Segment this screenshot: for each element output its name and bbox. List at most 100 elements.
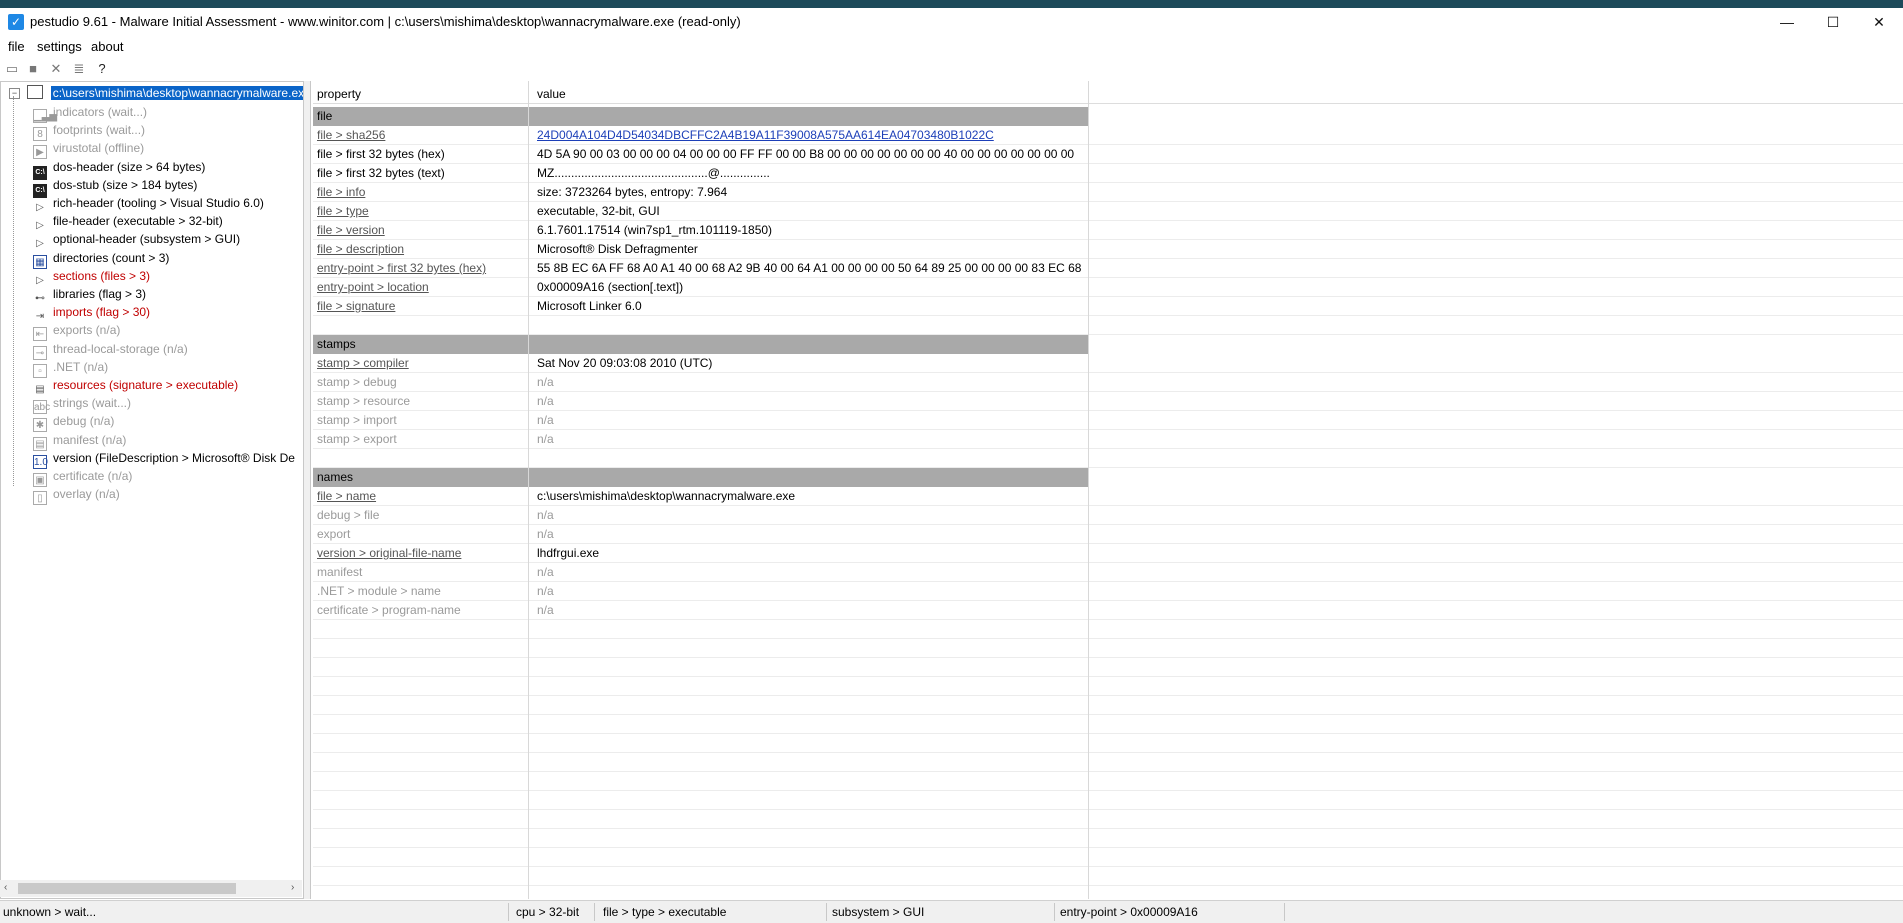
- table-row[interactable]: certificate > program-name n/a: [313, 601, 1903, 620]
- tree-item-label: virustotal (offline): [53, 141, 145, 156]
- scrollbar-thumb[interactable]: [18, 883, 236, 894]
- tree-item-label: dos-stub (size > 184 bytes): [53, 177, 198, 192]
- tree-item[interactable]: ⇤ exports (n/a): [33, 321, 121, 342]
- empty-row: [313, 620, 1903, 639]
- tree-item[interactable]: abc strings (wait...): [33, 394, 131, 415]
- tree-item[interactable]: ✱ debug (n/a): [33, 412, 114, 433]
- table-row[interactable]: stamp > compiler Sat Nov 20 09:03:08 2010…: [313, 354, 1903, 373]
- table-row[interactable]: debug > file n/a: [313, 506, 1903, 525]
- table-row[interactable]: file > signature Microsoft Linker 6.0: [313, 297, 1903, 316]
- scroll-left-icon[interactable]: ‹: [4, 882, 7, 893]
- tree-root[interactable]: − c:\users\mishima\desktop\wannacrymalwa…: [9, 85, 303, 101]
- empty-row: [313, 715, 1903, 734]
- table-row[interactable]: file > version 6.1.7601.17514 (win7sp1_rt…: [313, 221, 1903, 240]
- value-cell: 55 8B EC 6A FF 68 A0 A1 40 00 68 A2 9B 4…: [537, 261, 1082, 275]
- tree-item[interactable]: ▷ optional-header (subsystem > GUI): [33, 230, 240, 249]
- minimize-button[interactable]: —: [1764, 8, 1810, 38]
- tree-item[interactable]: ⇥ imports (flag > 30): [33, 303, 150, 322]
- help-icon[interactable]: ?: [94, 61, 110, 77]
- table-row[interactable]: file > first 32 bytes (text) MZ..........…: [313, 164, 1903, 183]
- tree-item-label: sections (files > 3): [53, 268, 151, 283]
- open-folder-icon[interactable]: ▭: [4, 61, 20, 77]
- table-row[interactable]: file > info size: 3723264 bytes, entropy:…: [313, 183, 1903, 202]
- menu-bar: file settings about: [0, 36, 1903, 58]
- table-row[interactable]: stamp > import n/a: [313, 411, 1903, 430]
- tree-item[interactable]: C:\ dos-header (size > 64 bytes): [33, 158, 205, 180]
- tree-item[interactable]: ⊷ libraries (flag > 3): [33, 285, 146, 304]
- tree-item[interactable]: 1.0 version (FileDescription > Microsoft®…: [33, 449, 295, 469]
- empty-row: [313, 696, 1903, 715]
- empty-row: [313, 810, 1903, 829]
- value-cell: n/a: [537, 375, 554, 389]
- property-cell: manifest: [317, 565, 363, 579]
- table-row[interactable]: file > description Microsoft® Disk Defrag…: [313, 240, 1903, 259]
- section-header-row[interactable]: file: [313, 107, 1089, 126]
- scroll-right-icon[interactable]: ›: [291, 882, 294, 893]
- table-row[interactable]: entry-point > location 0x00009A16 (sectio…: [313, 278, 1903, 297]
- value-cell: n/a: [537, 584, 554, 598]
- table-row[interactable]: .NET > module > name n/a: [313, 582, 1903, 601]
- tree-item[interactable]: 8 footprints (wait...): [33, 121, 145, 142]
- section-header-row[interactable]: stamps: [313, 335, 1089, 354]
- property-cell: file > name: [317, 489, 377, 503]
- value-cell: n/a: [537, 413, 554, 427]
- table-row: [313, 449, 1903, 468]
- collapse-icon[interactable]: −: [9, 88, 20, 99]
- close-button[interactable]: ✕: [1856, 8, 1902, 38]
- tree-item-label: file-header (executable > 32-bit): [53, 214, 223, 229]
- table-row[interactable]: file > first 32 bytes (hex) 4D 5A 90 00 0…: [313, 145, 1903, 164]
- exe-icon: [27, 85, 44, 99]
- empty-row: [313, 677, 1903, 696]
- tree-item[interactable]: ⊸ thread-local-storage (n/a): [33, 340, 188, 360]
- table-row[interactable]: stamp > debug n/a: [313, 373, 1903, 392]
- tree-item[interactable]: ▣ certificate (n/a): [33, 467, 132, 487]
- tree-item-label: exports (n/a): [53, 323, 121, 338]
- column-header-property[interactable]: property: [317, 87, 532, 101]
- tree-item[interactable]: ▷ rich-header (tooling > Visual Studio 6.…: [33, 194, 264, 213]
- value-cell: size: 3723264 bytes, entropy: 7.964: [537, 185, 728, 199]
- tree-item[interactable]: ▤ resources (signature > executable): [33, 376, 238, 395]
- status-bar: unknown > wait... cpu > 32-bit file > ty…: [0, 900, 1903, 923]
- table-row[interactable]: version > original-file-name lhdfrgui.exe: [313, 544, 1903, 563]
- app-checkmark-icon: ✓: [8, 14, 24, 30]
- tree-item[interactable]: ▦ directories (count > 3): [33, 249, 169, 269]
- maximize-button[interactable]: ☐: [1810, 8, 1856, 38]
- menu-settings[interactable]: settings: [37, 39, 82, 54]
- column-divider: [1088, 81, 1089, 899]
- property-cell: file > description: [317, 242, 405, 256]
- sha256-link[interactable]: 24D004A104D4D54034DBCFFC2A4B19A11F39008A…: [537, 128, 994, 142]
- table-row[interactable]: export n/a: [313, 525, 1903, 544]
- tree-item[interactable]: ▫ .NET (n/a): [33, 358, 108, 378]
- table-row[interactable]: file > type executable, 32-bit, GUI: [313, 202, 1903, 221]
- table-row[interactable]: stamp > resource n/a: [313, 392, 1903, 411]
- tree-item[interactable]: ▤ manifest (n/a): [33, 431, 126, 451]
- tree-item[interactable]: ▶ virustotal (offline): [33, 139, 145, 160]
- table-row[interactable]: manifest n/a: [313, 563, 1903, 582]
- property-cell: stamp > resource: [317, 394, 411, 408]
- tree-item-label: indicators (wait...): [53, 105, 148, 119]
- property-cell: names: [317, 470, 354, 484]
- property-cell: file > first 32 bytes (text): [317, 166, 445, 180]
- table-row[interactable]: file > name c:\users\mishima\desktop\wann…: [313, 487, 1903, 506]
- section-header-row[interactable]: names: [313, 468, 1089, 487]
- column-header-value[interactable]: value: [537, 87, 566, 101]
- menu-file[interactable]: file: [8, 39, 25, 54]
- table-row[interactable]: entry-point > first 32 bytes (hex) 55 8B …: [313, 259, 1903, 278]
- tree-item[interactable]: ▷ sections (files > 3): [33, 267, 151, 286]
- table-row[interactable]: file > sha256 24D004A104D4D54034DBCFFC2A4…: [313, 126, 1903, 145]
- property-cell: file > type: [317, 204, 369, 218]
- property-cell: file > signature: [317, 299, 396, 313]
- property-cell: entry-point > location: [317, 280, 429, 294]
- list-icon[interactable]: ≣: [71, 61, 87, 77]
- property-cell: debug > file: [317, 508, 380, 522]
- page-icon: ▯: [33, 491, 47, 506]
- property-cell: file: [317, 109, 333, 123]
- menu-about[interactable]: about: [91, 39, 124, 54]
- tree-item[interactable]: ▯ overlay (n/a): [33, 485, 120, 506]
- tree-item[interactable]: ▷ file-header (executable > 32-bit): [33, 212, 223, 231]
- table-row[interactable]: stamp > export n/a: [313, 430, 1903, 449]
- close-file-icon[interactable]: ✕: [48, 61, 64, 77]
- tree-item[interactable]: ▁▃▅indicators (wait...): [33, 103, 148, 123]
- tree-item[interactable]: C:\ dos-stub (size > 184 bytes): [33, 176, 198, 198]
- save-icon[interactable]: ■: [25, 61, 41, 77]
